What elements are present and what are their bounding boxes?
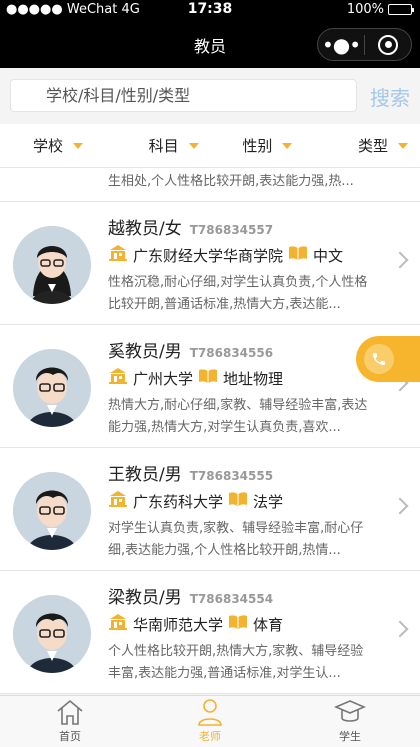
home-icon (57, 699, 83, 725)
filter-type[interactable]: 类型 (314, 124, 420, 167)
tab-label: 学生 (339, 730, 361, 743)
filter-label: 类型 (357, 137, 388, 155)
battery-indicator: 100% (346, 2, 414, 17)
battery-icon (388, 4, 414, 15)
subject-name: 法学 (253, 492, 284, 511)
school-icon (108, 613, 128, 635)
caret-down-icon (398, 142, 408, 149)
tab-student[interactable]: 学生 (280, 696, 420, 747)
tab-bar: 首页 老师 学生 (0, 695, 420, 747)
more-icon[interactable]: •●• (318, 35, 364, 55)
filter-subject[interactable]: 科目 (127, 124, 221, 167)
school-icon (108, 367, 128, 389)
filter-bar: 学校 科目 性别 类型 (0, 124, 420, 168)
subject-name: 中文 (313, 246, 344, 265)
school-name: 广州大学 (133, 369, 194, 388)
chevron-right-icon (391, 497, 409, 515)
search-button[interactable]: 搜索 (370, 82, 410, 111)
filter-label: 性别 (242, 137, 273, 155)
caret-down-icon (282, 142, 293, 149)
caret-down-icon (188, 142, 199, 149)
teacher-description: 热情大方,耐心仔细,家教、辅导经验丰富,表达能力强,热情大方,对学生认真负责,喜… (108, 398, 368, 435)
book-icon (288, 244, 308, 266)
tab-label: 首页 (59, 730, 81, 743)
teacher-name: 梁教员/男 (108, 588, 182, 608)
teacher-icon (198, 699, 222, 726)
subject-name: 体育 (253, 615, 284, 634)
book-icon (228, 490, 248, 512)
mini-program-capsule: •●• (317, 28, 412, 61)
teacher-description: 对学生认真负责,家教、辅导经验丰富,耐心仔细,表达能力强,个人性格比较开朗,热情… (108, 521, 364, 558)
teacher-id: T786834556 (189, 346, 274, 360)
nav-bar: 教员 •●• (0, 20, 420, 68)
close-ring-icon (378, 34, 398, 55)
teacher-card[interactable]: 王教员/男 T786834555 广东药科大学 法学 对学生认真负责,家教、辅导… (0, 448, 420, 571)
school-icon (108, 244, 128, 266)
teacher-card[interactable]: 越教员/女 T786834557 广东财经大学华商学院 中文 性格沉稳,耐心仔细… (0, 202, 420, 325)
caret-down-icon (73, 142, 84, 149)
school-name: 华南师范大学 (133, 615, 224, 634)
book-icon (198, 367, 218, 389)
student-cap-icon (334, 700, 366, 722)
teacher-name: 奚教员/男 (108, 342, 182, 362)
battery-percent: 100% (346, 2, 384, 17)
teacher-name: 越教员/女 (108, 219, 182, 239)
filter-school[interactable]: 学校 (0, 124, 127, 167)
teacher-name: 王教员/男 (108, 465, 182, 485)
filter-label: 科目 (148, 137, 179, 155)
book-icon (228, 613, 248, 635)
teacher-card[interactable]: 梁教员/男 T786834554 华南师范大学 体育 个人性格比较开朗,热情大方… (0, 571, 420, 694)
filter-label: 学校 (33, 137, 64, 155)
search-bar: 学校/科目/性别/类型 搜索 (0, 68, 420, 124)
chevron-right-icon (391, 620, 409, 638)
tab-teacher[interactable]: 老师 (140, 696, 280, 747)
chevron-right-icon (391, 251, 409, 269)
teacher-description: 个人性格比较开朗,热情大方,家教、辅导经验丰富,表达能力强,普通话标准,对学生认… (108, 644, 364, 681)
avatar-male (13, 349, 91, 427)
school-name: 广东药科大学 (133, 492, 224, 511)
phone-icon (364, 344, 394, 374)
search-input[interactable]: 学校/科目/性别/类型 (10, 79, 357, 112)
school-name: 广东财经大学华商学院 (133, 246, 284, 265)
school-icon (108, 490, 128, 512)
list-item-partial[interactable]: 生相处,个人性格比较开朗,表达能力强,热... (0, 168, 420, 202)
teacher-id: T786834555 (189, 469, 274, 483)
teacher-list: 生相处,个人性格比较开朗,表达能力强,热... 越教员/女 T786834557… (0, 168, 420, 695)
tab-home[interactable]: 首页 (0, 696, 140, 747)
filter-gender[interactable]: 性别 (221, 124, 315, 167)
avatar-male (13, 595, 91, 673)
status-bar: ●●●●● WeChat 4G 17:38 100% (0, 0, 420, 20)
avatar-male (13, 472, 91, 550)
close-button[interactable] (365, 34, 411, 55)
subject-name: 地址物理 (223, 369, 284, 388)
tab-label: 老师 (199, 730, 221, 743)
teacher-id: T786834554 (189, 592, 274, 606)
teacher-description: 性格沉稳,耐心仔细,对学生认真负责,个人性格比较开朗,普通话标准,热情大方,表达… (108, 275, 368, 312)
teacher-id: T786834557 (189, 223, 274, 237)
avatar-female (13, 226, 91, 304)
call-button[interactable] (356, 336, 420, 382)
teacher-card[interactable]: 奚教员/男 T786834556 广州大学 地址物理 热情大方,耐心仔细,家教、… (0, 325, 420, 448)
